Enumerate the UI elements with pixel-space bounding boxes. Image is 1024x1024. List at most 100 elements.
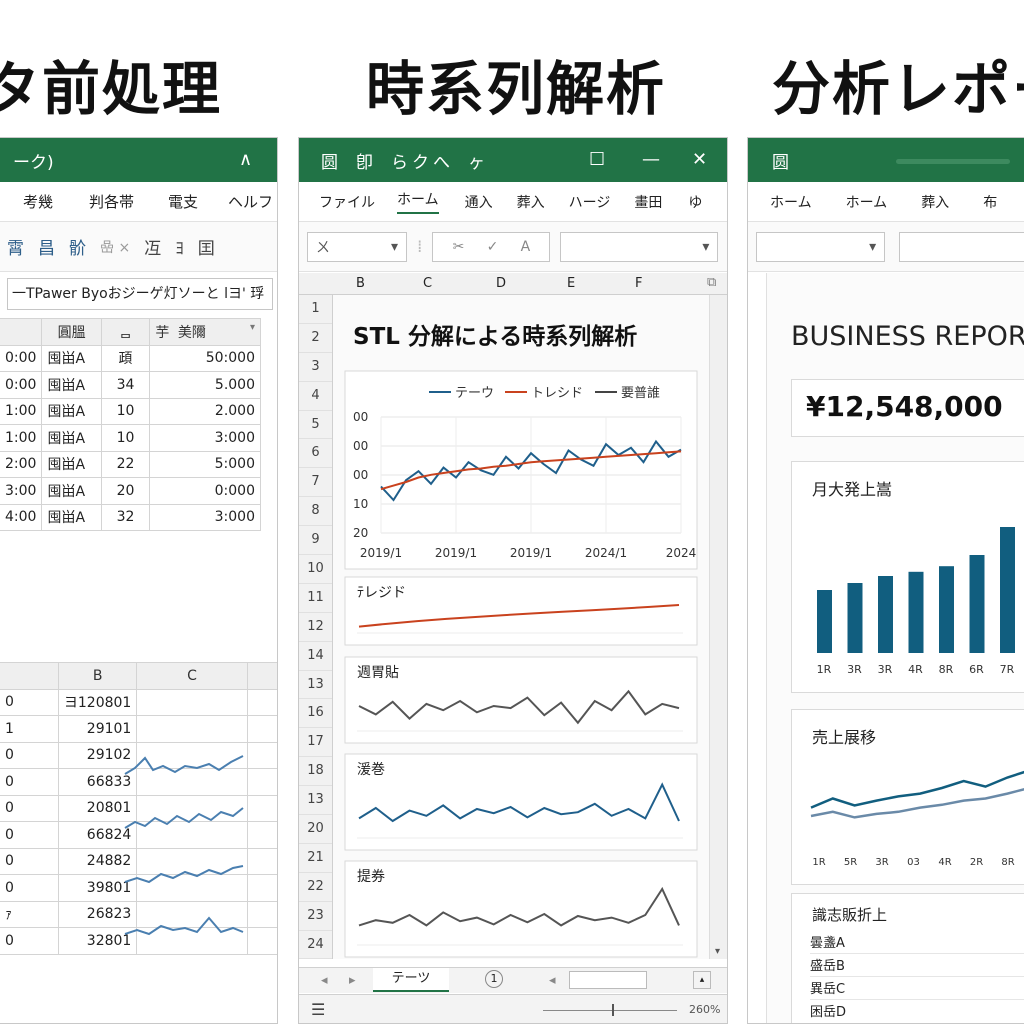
font-dropdown[interactable]: ▾ (756, 231, 886, 262)
row-header[interactable]: 14 (299, 642, 332, 671)
column-header[interactable]: F (635, 276, 642, 291)
row-header[interactable]: 2 (299, 324, 332, 353)
row-header[interactable]: 5 (299, 411, 332, 440)
save-icon[interactable]: 圆 (321, 148, 338, 173)
undo-icon[interactable]: ら (391, 148, 408, 173)
menu-home[interactable]: ホーム (770, 192, 812, 212)
cut-icon[interactable]: ✂ (453, 239, 465, 255)
scroll-down-icon[interactable]: ▾ (715, 946, 720, 957)
legend-label: トレシド (531, 386, 583, 401)
sheet-tab[interactable]: テーツ (373, 968, 449, 992)
font-color-icon[interactable]: A (521, 239, 531, 255)
row-header[interactable]: 23 (299, 902, 332, 931)
table-header[interactable]: 圓膃 (41, 318, 102, 346)
toolbar-icon[interactable]: 冱 (144, 234, 161, 259)
column-header[interactable]: D (496, 276, 506, 291)
toolbar-icon[interactable]: 囯 (198, 234, 215, 259)
menu-file[interactable]: ファイル (319, 192, 375, 212)
prev-sheet-icon[interactable]: ◂ (321, 973, 328, 988)
style-dropdown[interactable]: ▾ (560, 231, 719, 262)
row-header[interactable]: 13 (299, 671, 332, 700)
table-header[interactable]: B (57, 662, 138, 690)
horizontal-scrollbar[interactable] (569, 971, 647, 989)
check-icon[interactable]: ✓ (487, 239, 499, 255)
expand-icon[interactable]: ⧉ (707, 275, 716, 290)
redo-icon[interactable]: ク (412, 148, 429, 173)
menu-item[interactable]: 畫田 (634, 192, 662, 212)
row-header[interactable]: 17 (299, 728, 332, 758)
menu-icon[interactable]: ☰ (311, 1000, 325, 1019)
row-header[interactable]: 20 (299, 815, 332, 844)
menu-item[interactable]: ゆ (688, 192, 702, 212)
next-sheet-icon[interactable]: ▸ (349, 973, 356, 988)
ranking-row[interactable]: 盛岳B (810, 955, 1024, 977)
column-header[interactable]: E (567, 276, 575, 291)
quick-access-icon[interactable]: 卽 (356, 148, 373, 173)
close-icon[interactable]: ✕ (692, 149, 707, 170)
style-dropdown[interactable] (899, 231, 1024, 262)
app-icon[interactable]: 圆 (772, 148, 789, 173)
row-header[interactable]: 7 (299, 468, 332, 498)
restore-icon[interactable]: ☐ (589, 149, 605, 170)
menu-home[interactable]: ホーム (846, 192, 888, 212)
menu-insert[interactable]: 通入 (465, 192, 493, 212)
dropdown-icon[interactable]: ヶ (468, 148, 485, 173)
component-chart-title: ﾃレジド (357, 585, 406, 601)
left-menu-item[interactable]: ヘルフ (228, 191, 273, 212)
column-header[interactable]: C (423, 276, 432, 291)
ranking-row[interactable]: 曇盞A (810, 932, 1024, 954)
ranking-row[interactable]: 異岳C (810, 978, 1024, 1000)
minimize-icon[interactable]: — (642, 149, 660, 170)
formula-bar[interactable]: 一TPawer Byoおジーゲ灯ソーと lヨ' 琈 (7, 278, 273, 310)
toolbar-icon[interactable]: ﾖ (175, 234, 184, 259)
row-header[interactable]: 1 (299, 295, 332, 324)
row-header[interactable]: 12 (299, 613, 332, 642)
toolbar-icon[interactable]: 喦 × (100, 237, 130, 257)
sparkline-cell[interactable] (136, 715, 248, 743)
table-header[interactable]: ᆷ (100, 318, 151, 346)
collapse-ribbon-icon[interactable]: ∧ (239, 149, 252, 170)
zoom-level[interactable]: 260% (689, 1003, 720, 1016)
row-header[interactable]: 11 (299, 584, 332, 613)
row-header[interactable]: 18 (299, 757, 332, 787)
left-menu-item[interactable]: 考幾 (23, 191, 53, 212)
bar (939, 566, 954, 653)
column-header[interactable]: B (356, 276, 365, 291)
vertical-scrollbar[interactable]: ▾ (709, 295, 727, 959)
toolbar-icon[interactable]: 骱 (69, 234, 86, 259)
filter-dropdown-icon[interactable]: ▾ (250, 322, 255, 333)
row-header[interactable]: 8 (299, 497, 332, 527)
toolbar-icon[interactable]: 昌 (38, 234, 55, 259)
row-header[interactable]: 9 (299, 526, 332, 556)
row-header[interactable]: 13 (299, 786, 332, 816)
customize-icon[interactable]: へ (433, 148, 450, 173)
row-header[interactable]: 16 (299, 699, 332, 729)
menu-item[interactable]: 布 (983, 192, 997, 212)
row-header[interactable]: 21 (299, 844, 332, 873)
row-header[interactable]: 3 (299, 353, 332, 382)
ranking-row[interactable]: 困岳D (810, 1001, 1024, 1023)
font-dropdown[interactable]: ㄨ ▾ (307, 231, 407, 262)
scroll-right-icon[interactable]: ▴ (693, 971, 711, 989)
row-header[interactable]: 22 (299, 873, 332, 902)
x-tick-label: 1R (812, 857, 825, 868)
format-buttons[interactable]: ✂ ✓ A (432, 231, 551, 262)
menu-home[interactable]: ホーム (397, 189, 439, 214)
toolbar-icon[interactable]: 霄 (7, 234, 24, 259)
left-menu-item[interactable]: 電支 (168, 191, 198, 212)
left-menu-item[interactable]: 判各帯 (89, 191, 134, 212)
component-chart-frame (344, 753, 698, 851)
zoom-slider[interactable] (543, 1010, 677, 1011)
row-header[interactable]: 6 (299, 439, 332, 469)
zoom-slider-thumb[interactable] (612, 1004, 614, 1016)
table-header[interactable]: C (136, 662, 248, 690)
menu-item[interactable]: 葬入 (517, 192, 545, 212)
row-header[interactable]: 24 (299, 931, 332, 960)
sparkline-cell[interactable] (136, 688, 248, 716)
add-sheet-icon[interactable]: 1 (485, 970, 503, 988)
row-header[interactable]: 10 (299, 555, 332, 584)
menu-page[interactable]: ハージ (569, 192, 611, 212)
menu-insert[interactable]: 葬入 (921, 192, 949, 212)
row-header[interactable]: 4 (299, 382, 332, 411)
scroll-left-icon[interactable]: ◂ (549, 973, 556, 988)
